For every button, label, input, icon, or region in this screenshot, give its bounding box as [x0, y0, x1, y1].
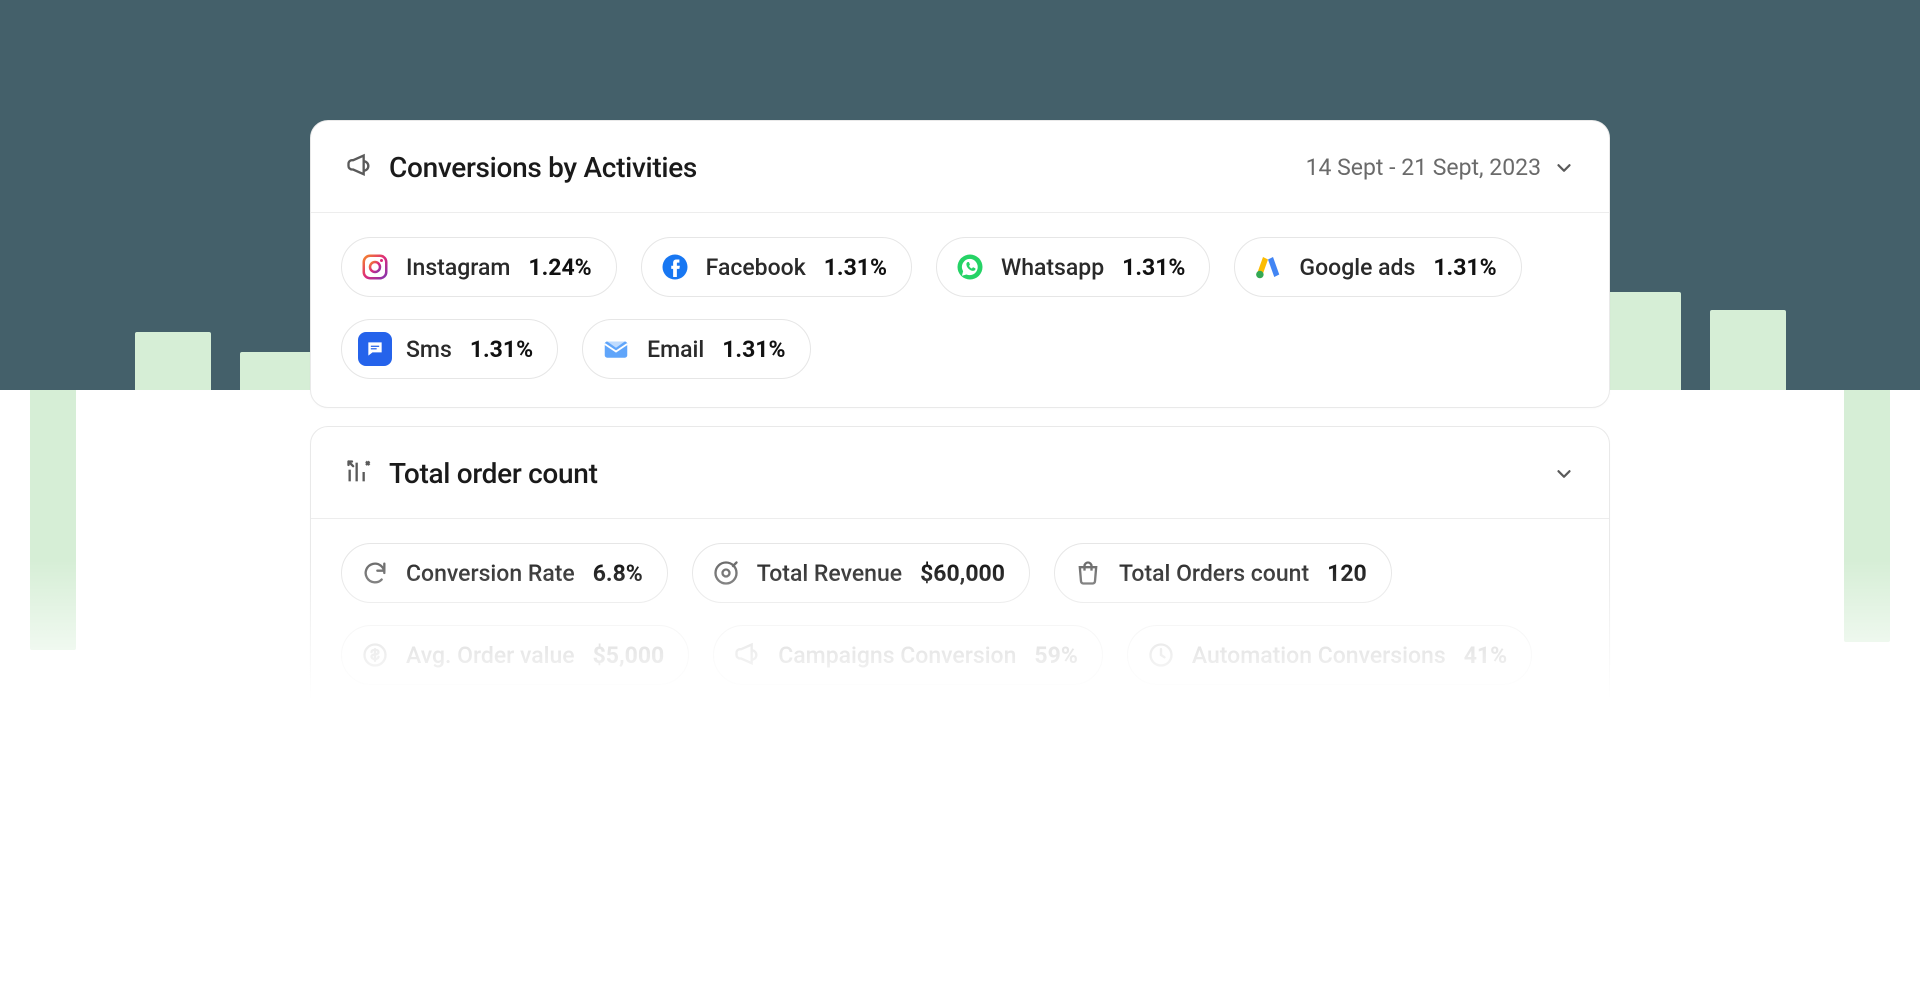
conversions-card-header: Conversions by Activities 14 Sept - 21 S… [311, 121, 1609, 212]
conversions-card-title: Conversions by Activities [389, 151, 697, 184]
channel-value: 1.24% [528, 254, 591, 281]
channel-pill-sms[interactable]: Sms 1.31% [341, 319, 558, 379]
email-icon [599, 332, 633, 366]
metric-pill-automation-conversions[interactable]: Automation Conversions 41% [1127, 625, 1532, 685]
total-order-count-card: Total order count Conversion Rate 6.8% T… [310, 426, 1610, 714]
clock-icon [1144, 638, 1178, 672]
metric-value: 6.8% [593, 560, 643, 587]
metric-pill-conversion-rate[interactable]: Conversion Rate 6.8% [341, 543, 668, 603]
channel-value: 1.31% [722, 336, 785, 363]
refresh-icon [358, 556, 392, 590]
metric-label: Conversion Rate [406, 560, 575, 587]
channel-label: Google ads [1299, 254, 1415, 281]
date-range-selector[interactable]: 14 Sept - 21 Sept, 2023 [1306, 154, 1575, 181]
channel-pill-facebook[interactable]: Facebook 1.31% [641, 237, 912, 297]
metric-value: 41% [1464, 642, 1507, 669]
chevron-down-icon [1553, 463, 1575, 485]
channel-value: 1.31% [1433, 254, 1496, 281]
channel-value: 1.31% [470, 336, 533, 363]
orders-card-title: Total order count [389, 457, 598, 490]
dollar-circle-icon [358, 638, 392, 672]
channel-pill-whatsapp[interactable]: Whatsapp 1.31% [936, 237, 1210, 297]
metric-pill-campaigns-conversion[interactable]: Campaigns Conversion 59% [713, 625, 1103, 685]
metric-label: Avg. Order value [406, 642, 575, 669]
metric-value: 120 [1327, 560, 1367, 587]
metric-label: Automation Conversions [1192, 642, 1446, 669]
orders-metrics-row: Conversion Rate 6.8% Total Revenue $60,0… [311, 518, 1609, 713]
chevron-down-icon [1553, 157, 1575, 179]
metric-pill-total-revenue[interactable]: Total Revenue $60,000 [692, 543, 1030, 603]
metric-value: 59% [1034, 642, 1077, 669]
channel-label: Whatsapp [1001, 254, 1104, 281]
bg-bar [30, 390, 76, 650]
channel-pill-instagram[interactable]: Instagram 1.24% [341, 237, 617, 297]
google-ads-icon [1251, 250, 1285, 284]
channel-label: Instagram [406, 254, 510, 281]
bar-chart-arrow-icon [345, 458, 373, 490]
facebook-icon [658, 250, 692, 284]
metric-value: $5,000 [593, 642, 665, 669]
bg-bar [1710, 310, 1786, 390]
conversions-by-activities-card: Conversions by Activities 14 Sept - 21 S… [310, 120, 1610, 408]
instagram-icon [358, 250, 392, 284]
channel-value: 1.31% [1122, 254, 1185, 281]
metric-label: Total Orders count [1119, 560, 1309, 587]
metric-pill-total-orders-count[interactable]: Total Orders count 120 [1054, 543, 1392, 603]
date-range-label: 14 Sept - 21 Sept, 2023 [1306, 154, 1541, 181]
whatsapp-icon [953, 250, 987, 284]
metric-label: Campaigns Conversion [778, 642, 1016, 669]
shopping-bag-icon [1071, 556, 1105, 590]
megaphone-icon [345, 152, 373, 184]
bg-bar [1844, 390, 1890, 642]
channel-pill-google-ads[interactable]: Google ads 1.31% [1234, 237, 1521, 297]
orders-card-expand[interactable] [1553, 463, 1575, 485]
bg-bar [1605, 292, 1681, 390]
channel-value: 1.31% [824, 254, 887, 281]
megaphone-icon [730, 638, 764, 672]
channel-label: Sms [406, 336, 452, 363]
coin-icon [709, 556, 743, 590]
channel-label: Facebook [706, 254, 806, 281]
metric-pill-avg-order-value[interactable]: Avg. Order value $5,000 [341, 625, 689, 685]
bg-bar [240, 352, 316, 390]
conversions-channels-row: Instagram 1.24% Facebook 1.31% Whatsapp … [311, 212, 1609, 407]
orders-card-header: Total order count [311, 427, 1609, 518]
metric-value: $60,000 [920, 560, 1005, 587]
bg-bar [135, 332, 211, 390]
channel-label: Email [647, 336, 704, 363]
channel-pill-email[interactable]: Email 1.31% [582, 319, 810, 379]
sms-icon [358, 332, 392, 366]
metric-label: Total Revenue [757, 560, 902, 587]
